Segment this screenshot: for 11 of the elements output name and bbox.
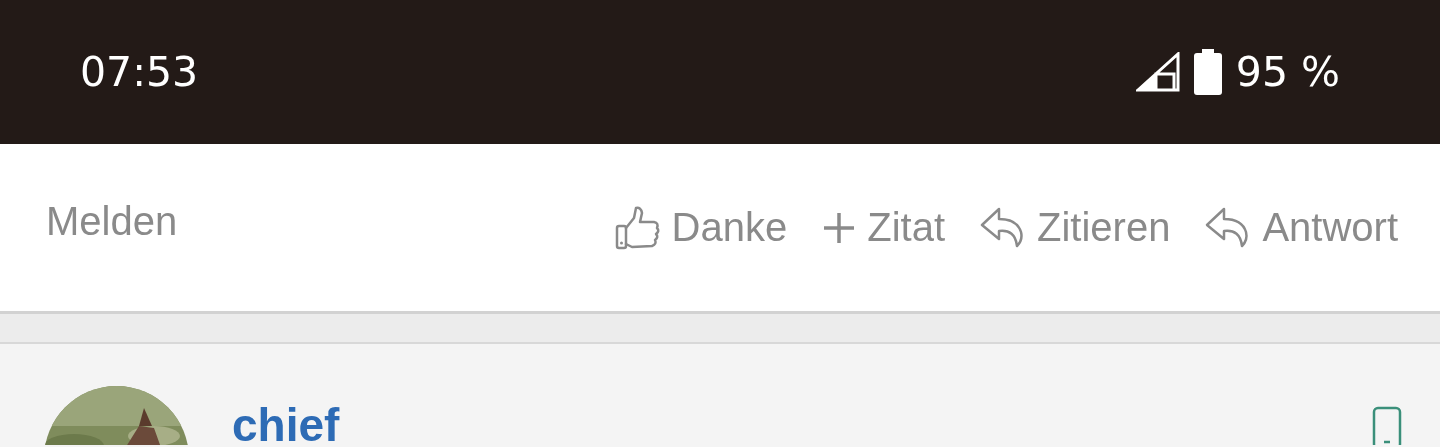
signal-icon [1135,52,1180,92]
username-link[interactable]: chief [232,398,340,445]
clock-time: 07:53 [80,48,199,96]
add-button[interactable]: Zitat [821,205,945,250]
reply-button[interactable]: Antwort [1204,205,1398,250]
smartphone-icon [1372,406,1402,445]
battery-icon [1193,49,1222,95]
battery-percentage: 95 % [1235,48,1340,96]
report-link[interactable]: Melden [46,199,178,244]
like-button[interactable]: Danke [613,203,788,252]
reply-button[interactable]: Zitieren [979,205,1171,250]
